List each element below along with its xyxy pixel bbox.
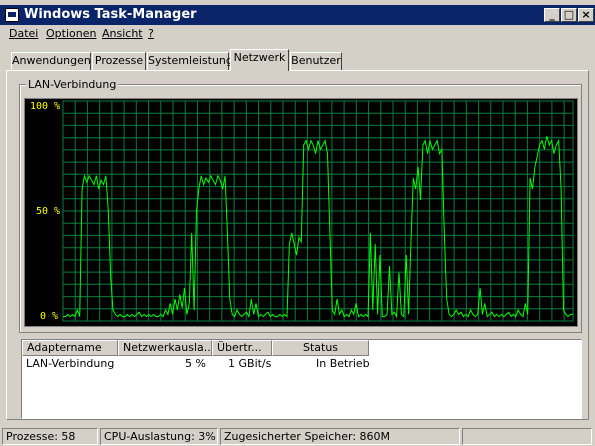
status-bar: Prozesse: 58 CPU-Auslastung: 3% Zugesich… (0, 427, 595, 446)
minimize-button[interactable]: _ (544, 8, 560, 22)
usage-line (63, 136, 573, 319)
column-netzwerkauslastung[interactable]: Netzwerkausla... (118, 340, 212, 356)
tab-anwendungen[interactable]: Anwendungen (11, 52, 91, 70)
group-label: LAN-Verbindung (26, 78, 119, 91)
menu-datei[interactable]: Datei (9, 27, 38, 40)
graph-grid (62, 100, 574, 322)
task-manager-icon (5, 8, 19, 22)
status-memory: Zugesicherter Speicher: 860M (220, 428, 460, 445)
row-adapter-status: In Betrieb (316, 357, 370, 370)
tab-netzwerk[interactable]: Netzwerk (230, 49, 289, 71)
graph-canvas (62, 100, 574, 322)
y-label-100: 100 % (30, 101, 61, 112)
menu-help[interactable]: ? (148, 27, 154, 40)
tab-systemleistung[interactable]: Systemleistung (147, 52, 233, 70)
row-adapter-speed: 1 GBit/s (228, 357, 272, 370)
y-label-0: 0 % (40, 311, 59, 322)
menu-optionen[interactable]: Optionen (46, 27, 96, 40)
menu-ansicht[interactable]: Ansicht (102, 27, 143, 40)
row-adapter-usage: 5 % (185, 357, 206, 370)
column-adaptername[interactable]: Adaptername (22, 340, 118, 356)
maximize-button[interactable]: □ (561, 8, 577, 22)
status-cpu: CPU-Auslastung: 3% (100, 428, 218, 445)
column-uebertragungsrate[interactable]: Übertr... (212, 340, 272, 356)
column-status[interactable]: Status (272, 340, 369, 356)
status-empty (462, 428, 592, 445)
tab-prozesse[interactable]: Prozesse (92, 52, 146, 70)
tab-benutzer[interactable]: Benutzer (290, 52, 342, 70)
status-processes: Prozesse: 58 (2, 428, 98, 445)
window-title: Windows Task-Manager (24, 7, 197, 22)
y-label-50: 50 % (36, 206, 61, 217)
row-adapter-name[interactable]: LAN-Verbindung (26, 357, 114, 370)
network-graph: 100 % 50 % 0 % (24, 98, 578, 327)
title-bar[interactable]: Windows Task-Manager _ □ × (0, 5, 595, 25)
close-button[interactable]: × (578, 8, 594, 22)
menu-bar: Datei Optionen Ansicht ? (0, 25, 595, 43)
